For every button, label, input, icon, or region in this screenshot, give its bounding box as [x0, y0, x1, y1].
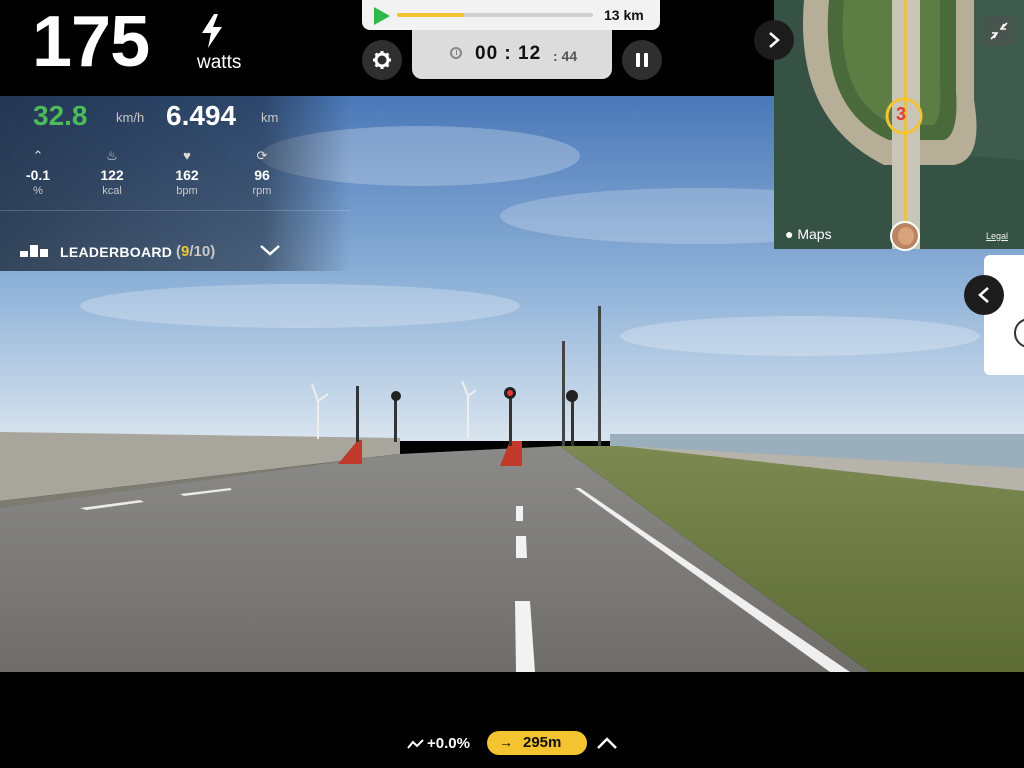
metric-value: -0.1	[25, 167, 51, 183]
distance-value: 6.494	[166, 100, 237, 131]
apple-logo-icon: ●	[785, 226, 794, 242]
next-segment-pill[interactable]: → 295m	[487, 731, 587, 755]
leaderboard-icon	[20, 245, 48, 257]
metric-grade: ⌃ -0.1 %	[8, 148, 68, 197]
stats-panel: 32.8 km/h 6.494 km ⌃ -0.1 % ♨ 122 kcal ♥…	[0, 96, 350, 271]
metric-value: 122	[100, 167, 124, 183]
collapse-icon	[990, 22, 1008, 40]
avatar[interactable]	[890, 221, 920, 251]
route-progress-panel: 13 km	[362, 0, 660, 30]
metric-calories: ♨ 122 kcal	[82, 148, 142, 197]
paren-close: )	[210, 243, 216, 260]
divider	[0, 210, 350, 211]
power-value: 175	[32, 2, 150, 82]
arrow-right-icon: →	[499, 734, 513, 750]
avatar-face	[898, 227, 914, 245]
next-segment-distance: 295m	[523, 734, 562, 751]
chevron-down-icon[interactable]	[259, 243, 281, 257]
timer-panel: 00 : 12 : 44	[412, 30, 612, 79]
bolt-icon	[202, 14, 222, 48]
metric-unit: %	[33, 185, 43, 197]
distance-unit: km	[261, 110, 279, 125]
expand-panel-button[interactable]	[754, 20, 794, 60]
speed-value: 32.8	[33, 100, 88, 131]
route-progress-track	[397, 13, 593, 17]
map-marker: 3	[896, 104, 907, 124]
heart-icon: ♥	[183, 148, 191, 163]
leaderboard-position: (9/10)	[176, 243, 215, 260]
grade-icon: ⌃	[32, 148, 44, 163]
leaderboard-total: /10	[189, 243, 211, 260]
gear-icon	[373, 51, 391, 69]
speed-unit: km/h	[116, 110, 145, 125]
chevron-left-icon	[978, 287, 989, 303]
flame-icon: ♨	[106, 148, 118, 163]
pause-icon	[636, 53, 648, 67]
chevron-right-icon	[769, 32, 780, 48]
pause-button[interactable]	[622, 40, 662, 80]
metric-heart-rate: ♥ 162 bpm	[157, 148, 217, 197]
current-grade: +0.0%	[427, 735, 470, 752]
maps-brand-label: Maps	[797, 226, 832, 242]
collapse-map-button[interactable]	[984, 16, 1014, 46]
settings-button[interactable]	[362, 40, 402, 80]
elapsed-time: 00 : 12	[475, 43, 542, 64]
metric-cadence: ⟳ 96 rpm	[232, 148, 292, 197]
elapsed-seconds: : 44	[553, 48, 578, 64]
side-panel	[984, 255, 1024, 375]
maps-attribution: ● Maps	[785, 226, 832, 242]
route-total-distance: 13 km	[604, 7, 644, 23]
chevron-up-icon[interactable]	[596, 736, 618, 750]
map-legal-link[interactable]: Legal	[986, 231, 1008, 241]
play-icon	[374, 7, 390, 25]
metric-unit: rpm	[252, 185, 272, 197]
route-progress-fill	[397, 13, 464, 17]
clock-icon	[450, 47, 462, 59]
top-bar: 175 watts 13 km 00 : 12 : 44	[0, 0, 774, 96]
grade-trend-icon	[407, 739, 424, 749]
collapse-panel-button[interactable]	[964, 275, 1004, 315]
leaderboard-label[interactable]: LEADERBOARD	[60, 244, 172, 260]
metric-value: 162	[175, 167, 199, 183]
metric-value: 96	[254, 167, 270, 183]
power-unit: watts	[197, 52, 242, 73]
cadence-icon: ⟳	[256, 148, 268, 163]
metric-unit: bpm	[176, 185, 198, 197]
metric-unit: kcal	[102, 185, 122, 197]
